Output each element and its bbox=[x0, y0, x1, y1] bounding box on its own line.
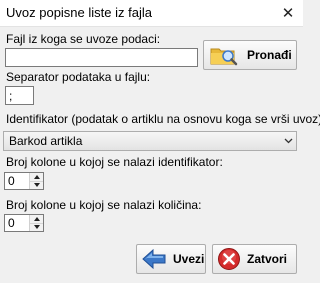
separator-input[interactable] bbox=[5, 86, 34, 105]
close-label: Zatvori bbox=[247, 252, 288, 266]
triangle-down-icon bbox=[33, 225, 40, 230]
close-icon: ✕ bbox=[281, 5, 295, 22]
spinner-value[interactable]: 0 bbox=[5, 215, 29, 231]
import-button[interactable]: Uvezi bbox=[136, 244, 206, 274]
arrow-left-icon bbox=[141, 248, 167, 270]
spin-up-button[interactable] bbox=[30, 173, 43, 182]
file-label: Fajl iz koga se uvoze podaci: bbox=[6, 32, 161, 46]
spin-down-button[interactable] bbox=[30, 223, 43, 231]
spinner-value[interactable]: 0 bbox=[5, 173, 29, 189]
triangle-up-icon bbox=[33, 174, 40, 179]
identifier-select[interactable]: Barkod artikla bbox=[3, 131, 297, 151]
spin-up-button[interactable] bbox=[30, 215, 43, 224]
file-path-input[interactable] bbox=[5, 48, 198, 67]
spinner-arrows bbox=[29, 215, 43, 231]
qty-column-spinner[interactable]: 0 bbox=[4, 214, 44, 232]
cancel-icon bbox=[217, 247, 241, 271]
qty-column-label: Broj kolone u kojoj se nalazi količina: bbox=[6, 198, 202, 212]
title-bar: Uvoz popisne liste iz fajla ✕ bbox=[0, 0, 303, 27]
chevron-down-icon bbox=[280, 138, 296, 144]
triangle-up-icon bbox=[33, 216, 40, 221]
folder-search-icon bbox=[209, 44, 239, 66]
browse-label: Pronađi bbox=[247, 48, 292, 62]
identifier-selected: Barkod artikla bbox=[9, 134, 83, 148]
spinner-arrows bbox=[29, 173, 43, 189]
id-column-label: Broj kolone u kojoj se nalazi identifika… bbox=[6, 155, 223, 169]
separator-label: Separator podataka u fajlu: bbox=[6, 70, 151, 84]
browse-button[interactable]: Pronađi bbox=[203, 40, 297, 70]
identifier-label: Identifikator (podatak o artiklu na osno… bbox=[6, 112, 320, 126]
id-column-spinner[interactable]: 0 bbox=[4, 172, 44, 190]
import-label: Uvezi bbox=[173, 252, 205, 266]
close-button[interactable]: Zatvori bbox=[212, 244, 297, 274]
triangle-down-icon bbox=[33, 183, 40, 188]
window-title: Uvoz popisne liste iz fajla bbox=[6, 5, 152, 20]
window-close-button[interactable]: ✕ bbox=[273, 0, 303, 26]
spin-down-button[interactable] bbox=[30, 181, 43, 189]
